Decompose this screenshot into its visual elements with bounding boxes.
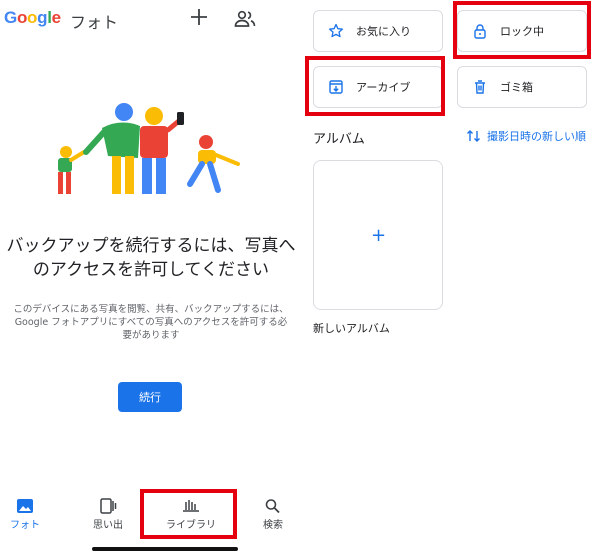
permission-description: このデバイスにある写真を閲覧、共有、バックアップするには、Google フォトア… bbox=[13, 304, 289, 341]
sort-button[interactable]: 撮影日時の新しい順 bbox=[466, 128, 586, 144]
trash-icon bbox=[475, 80, 485, 94]
logo-letter: e bbox=[51, 8, 61, 27]
trash-label: ゴミ箱 bbox=[500, 81, 533, 94]
logo-letter: o bbox=[27, 8, 38, 27]
logo-letter: G bbox=[4, 8, 17, 27]
nav-photos[interactable]: フォト bbox=[0, 490, 55, 531]
permission-heading: バックアップを続行するには、写真へのアクセスを許可してください bbox=[6, 236, 296, 280]
people-icon bbox=[234, 10, 256, 27]
star-icon bbox=[328, 23, 344, 38]
new-album-plus-icon: + bbox=[371, 225, 387, 246]
photo-icon bbox=[17, 499, 33, 513]
logo-letter: o bbox=[16, 8, 28, 27]
continue-button[interactable]: 続行 bbox=[118, 382, 182, 412]
sort-label: 撮影日時の新しい順 bbox=[487, 130, 586, 143]
highlight-frame-archive bbox=[305, 56, 445, 116]
google-logo: Google bbox=[4, 8, 61, 28]
share-button[interactable] bbox=[233, 8, 257, 30]
highlight-frame-library bbox=[140, 489, 237, 539]
add-button[interactable] bbox=[188, 6, 210, 28]
home-indicator bbox=[92, 547, 238, 551]
new-album-label: 新しいアルバム bbox=[313, 322, 390, 335]
plus-icon bbox=[191, 9, 207, 25]
nav-memories[interactable]: 思い出 bbox=[78, 490, 138, 531]
highlight-frame-locked bbox=[453, 1, 591, 59]
search-icon bbox=[265, 499, 280, 514]
logo-letter: g bbox=[37, 8, 48, 27]
trash-card[interactable]: ゴミ箱 bbox=[457, 66, 587, 108]
nav-search-label: 検索 bbox=[263, 520, 283, 531]
family-illustration bbox=[58, 103, 240, 194]
nav-search[interactable]: 検索 bbox=[243, 490, 303, 531]
albums-title: アルバム bbox=[313, 132, 365, 147]
nav-memories-label: 思い出 bbox=[93, 520, 123, 531]
favorites-card[interactable]: お気に入り bbox=[313, 10, 443, 52]
sort-arrows-icon bbox=[467, 130, 480, 142]
favorites-label: お気に入り bbox=[356, 25, 411, 38]
app-name: フォト bbox=[70, 13, 119, 32]
memories-icon bbox=[100, 498, 117, 514]
nav-photos-label: フォト bbox=[10, 520, 40, 531]
